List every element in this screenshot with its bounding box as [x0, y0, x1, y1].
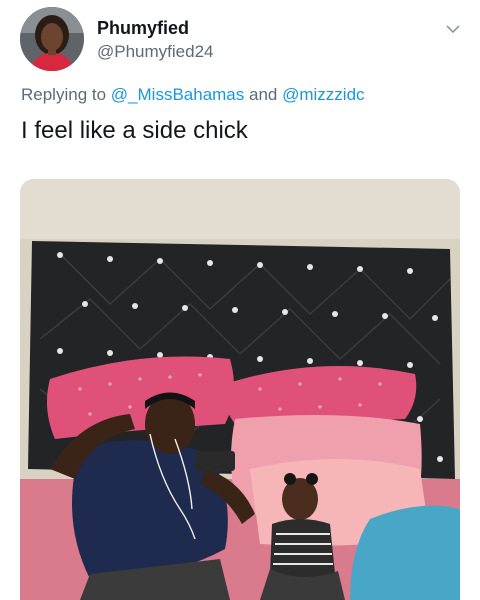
photo-of-man-and-child-on-bed-icon: [20, 179, 460, 600]
display-name[interactable]: Phumyfied: [97, 18, 189, 39]
tweet-card: Phumyfied @Phumyfied24 Replying to @_Mis…: [0, 0, 480, 600]
tweet-text: I feel like a side chick: [21, 117, 248, 144]
replying-to-line: Replying to @_MissBahamas and @mizzzidc: [21, 85, 365, 105]
avatar-photo-icon: [20, 7, 84, 71]
chevron-down-icon[interactable]: [444, 22, 462, 36]
avatar[interactable]: [20, 7, 84, 71]
reply-mention-missbahamas[interactable]: @_MissBahamas: [111, 85, 244, 104]
user-handle[interactable]: @Phumyfied24: [97, 42, 214, 62]
reply-mention-mizzzidc[interactable]: @mizzzidc: [282, 85, 364, 104]
tweet-media-photo[interactable]: [20, 179, 460, 600]
reply-joiner: and: [249, 85, 278, 104]
reply-prefix: Replying to: [21, 85, 107, 104]
